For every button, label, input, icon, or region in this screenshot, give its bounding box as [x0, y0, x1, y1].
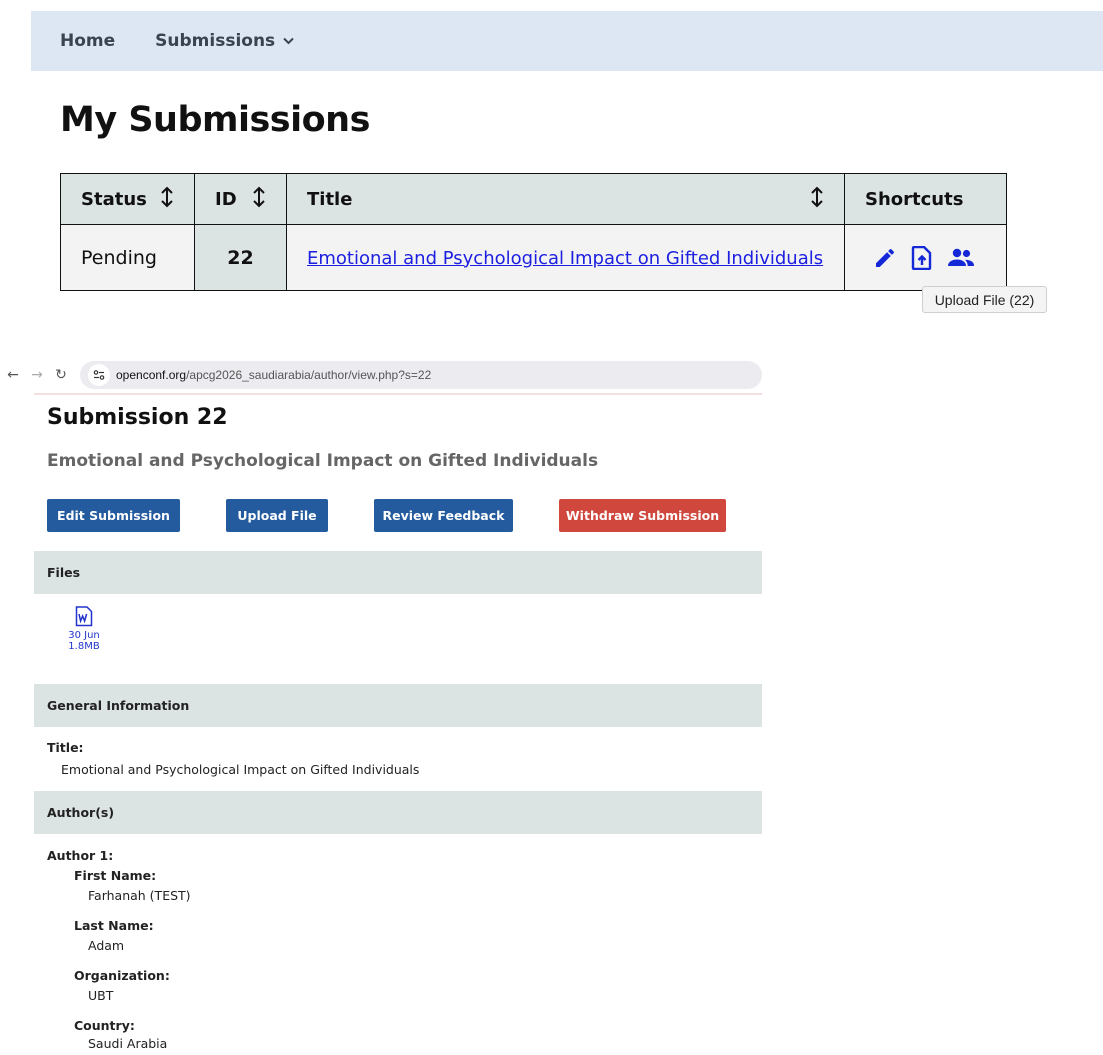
organization-label: Organization: — [74, 968, 170, 983]
column-header-shortcuts: Shortcuts — [844, 173, 1007, 225]
file-size: 1.8MB — [68, 641, 100, 652]
first-name-label: First Name: — [74, 868, 157, 883]
file-date: 30 Jun — [68, 630, 100, 641]
column-header-id[interactable]: ID — [194, 173, 287, 225]
country-label: Country: — [74, 1018, 135, 1033]
title-cell: Emotional and Psychological Impact on Gi… — [286, 224, 845, 291]
general-information-section-header: General Information — [34, 684, 762, 727]
nav-submissions-label: Submissions — [155, 31, 276, 51]
column-header-id-label: ID — [215, 188, 237, 210]
toolbar-divider — [34, 393, 762, 395]
file-tile[interactable]: 30 Jun 1.8MB — [64, 606, 104, 652]
chevron-down-icon — [283, 34, 294, 48]
last-name-label: Last Name: — [74, 918, 154, 933]
review-feedback-button[interactable]: Review Feedback — [374, 499, 513, 532]
edit-icon[interactable] — [873, 246, 897, 270]
files-section-header: Files — [34, 551, 762, 594]
shortcuts-cell — [844, 224, 1007, 291]
browser-toolbar: ← → ↻ openconf.org/apcg2026_saudiarabia/… — [0, 359, 762, 391]
column-header-title[interactable]: Title — [286, 173, 845, 225]
authors-icon[interactable] — [947, 247, 975, 269]
top-nav: Home Submissions — [31, 11, 1103, 71]
nav-submissions-menu[interactable]: Submissions — [155, 31, 294, 51]
author-1-label: Author 1: — [47, 848, 114, 863]
page-title: My Submissions — [60, 100, 370, 140]
nav-home-link[interactable]: Home — [60, 31, 115, 51]
table-header-row: Status ID Title Shortcuts — [60, 173, 1007, 225]
column-header-status[interactable]: Status — [60, 173, 195, 225]
status-cell: Pending — [60, 224, 195, 291]
last-name-value: Adam — [88, 938, 125, 953]
sort-icon[interactable] — [160, 186, 174, 213]
sort-icon[interactable] — [252, 186, 266, 213]
upload-file-button[interactable]: Upload File — [226, 499, 328, 532]
back-arrow-icon[interactable]: ← — [2, 367, 24, 383]
table-row: Pending 22 Emotional and Psychological I… — [60, 224, 1007, 291]
withdraw-submission-button[interactable]: Withdraw Submission — [559, 499, 726, 532]
sort-icon[interactable] — [810, 186, 824, 213]
country-value: Saudi Arabia — [88, 1036, 168, 1051]
submission-heading: Submission 22 — [47, 405, 228, 430]
title-value: Emotional and Psychological Impact on Gi… — [61, 762, 420, 777]
first-name-value: Farhanah (TEST) — [88, 888, 191, 903]
submissions-table: Status ID Title Shortcuts Pending 22 Emo… — [60, 173, 1007, 291]
reload-icon[interactable]: ↻ — [50, 367, 72, 383]
forward-arrow-icon[interactable]: → — [26, 367, 48, 383]
upload-file-icon[interactable] — [911, 245, 933, 270]
column-header-title-label: Title — [307, 188, 353, 210]
word-document-icon — [75, 606, 93, 627]
column-header-status-label: Status — [81, 188, 147, 210]
url-host: openconf.org — [116, 368, 187, 382]
url-bar[interactable]: openconf.org/apcg2026_saudiarabia/author… — [80, 361, 762, 389]
title-label: Title: — [47, 740, 84, 755]
id-cell: 22 — [194, 224, 287, 291]
authors-section-header: Author(s) — [34, 791, 762, 834]
upload-file-tooltip: Upload File (22) — [922, 286, 1047, 313]
submission-subtitle: Emotional and Psychological Impact on Gi… — [47, 451, 599, 471]
url-path: /apcg2026_saudiarabia/author/view.php?s=… — [186, 368, 432, 382]
organization-value: UBT — [88, 988, 114, 1003]
edit-submission-button[interactable]: Edit Submission — [47, 499, 180, 532]
submission-title-link[interactable]: Emotional and Psychological Impact on Gi… — [307, 248, 823, 269]
site-settings-icon[interactable] — [88, 364, 110, 386]
